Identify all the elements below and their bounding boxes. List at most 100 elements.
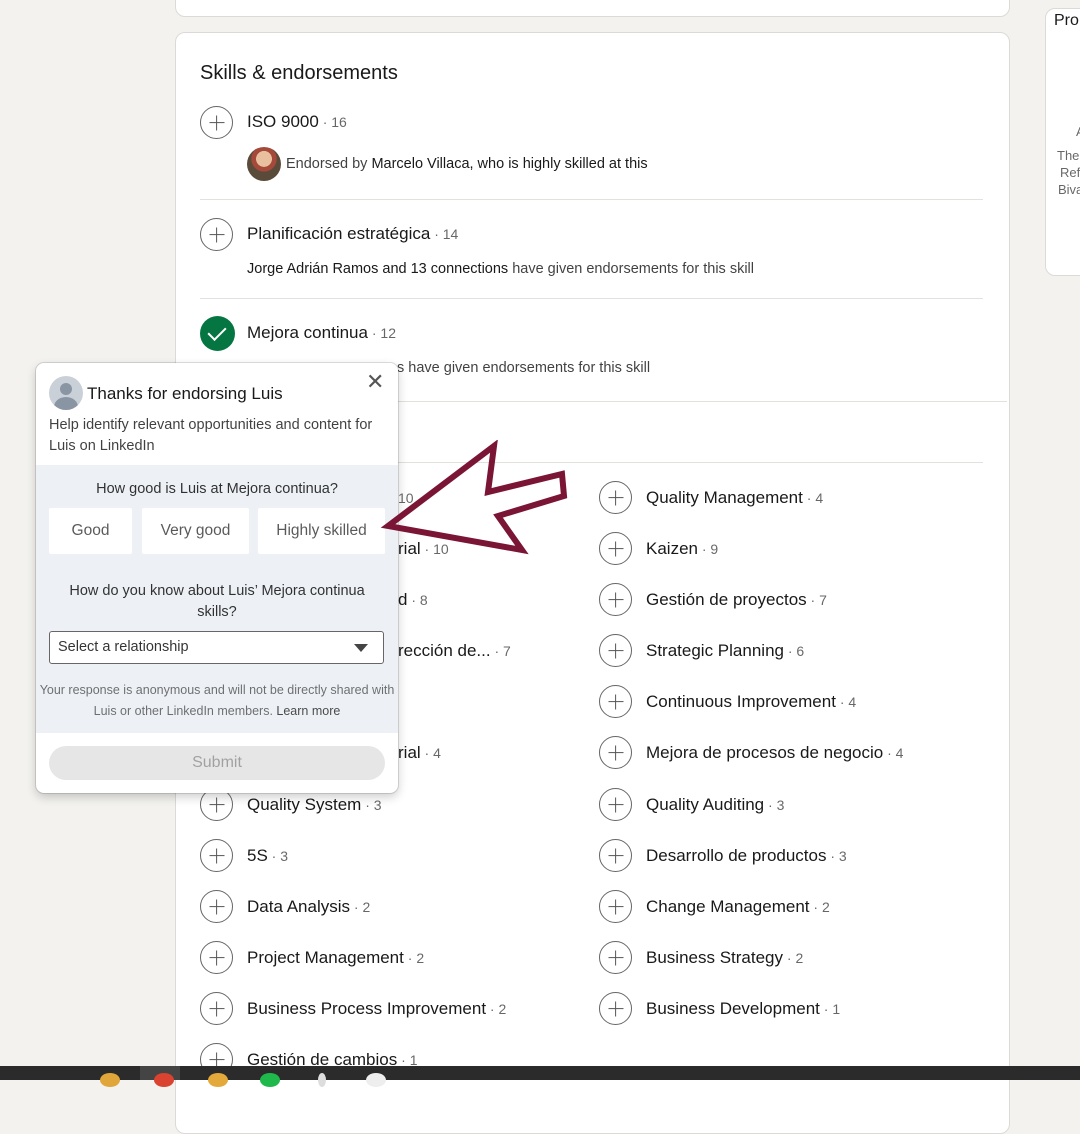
endorse-plus-icon[interactable]	[599, 788, 632, 821]
endorse-plus-icon[interactable]	[200, 218, 233, 251]
skill-item[interactable]: Desarrollo de productos · 3	[646, 846, 847, 866]
rating-highly-skilled-button[interactable]: Highly skilled	[258, 508, 385, 554]
endorsement-line: Jorge Adrián Ramos and 13 connections ha…	[247, 261, 754, 277]
endorse-plus-icon[interactable]	[599, 583, 632, 616]
file-explorer-icon[interactable]	[100, 1073, 120, 1087]
skill-name: Business Process Improvement	[247, 999, 487, 1018]
side-panel-line: The	[1057, 148, 1080, 163]
endorser-avatar[interactable]	[247, 147, 281, 181]
rating-good-button[interactable]: Good	[49, 508, 132, 554]
skill-name: Mejora continua	[247, 323, 368, 342]
skill-count: · 14	[430, 226, 459, 242]
rating-very-good-button[interactable]: Very good	[142, 508, 249, 554]
endorse-plus-icon[interactable]	[599, 481, 632, 514]
skill-count: · 2	[403, 950, 425, 966]
skill-item[interactable]: Quality System · 3	[247, 795, 382, 815]
skill-count: · 3	[267, 848, 289, 864]
skill-count: · 4	[420, 745, 441, 761]
skill-name: Continuous Improvement	[646, 692, 836, 711]
side-panel-card	[1045, 8, 1080, 276]
skill-count: · 7	[490, 643, 511, 659]
skills-section-title: Skills & endorsements	[200, 62, 398, 84]
annotation-arrow	[380, 440, 568, 555]
skill-item[interactable]: Change Management · 2	[646, 897, 830, 917]
skill-item[interactable]: Mejora de procesos de negocio · 4	[646, 743, 903, 763]
skill-name: rección de...	[398, 641, 491, 660]
side-panel-line: Biva	[1058, 182, 1080, 197]
skill-count: · 2	[486, 1001, 507, 1017]
skill-name: Kaizen	[646, 539, 698, 558]
endorse-plus-icon[interactable]	[200, 890, 233, 923]
skill-item[interactable]: Business Strategy · 2	[646, 948, 803, 968]
skill-item[interactable]: Quality Management · 4	[646, 488, 823, 508]
skill-count: · 4	[835, 694, 857, 710]
endorse-plus-icon[interactable]	[599, 532, 632, 565]
skill-item[interactable]: Data Analysis · 2	[247, 897, 370, 917]
browser-icon[interactable]	[154, 1073, 174, 1087]
skill-item-partial[interactable]: d · 8	[398, 590, 428, 610]
side-panel-line: Refe	[1060, 165, 1080, 180]
endorse-plus-icon[interactable]	[599, 736, 632, 769]
endorse-plus-icon[interactable]	[599, 634, 632, 667]
skill-item-partial[interactable]: rección de... · 7	[398, 641, 511, 661]
skill-count: · 1	[819, 1001, 841, 1017]
skill-count: · 3	[826, 848, 847, 864]
endorse-plus-icon[interactable]	[599, 890, 632, 923]
skill-count: · 2	[809, 899, 830, 915]
popup-title: Thanks for endorsing Luis	[87, 384, 283, 403]
skill-name: Data Analysis	[247, 897, 350, 916]
skill-name: Quality Management	[646, 488, 803, 507]
skill-item[interactable]: Mejora continua · 12	[247, 323, 396, 343]
skill-name: Strategic Planning	[646, 641, 784, 660]
learn-more-link[interactable]: Learn more	[276, 704, 340, 718]
app-icon[interactable]	[318, 1073, 326, 1087]
app-icon[interactable]	[366, 1073, 386, 1087]
endorsement-popup: Thanks for endorsing Luis ✕ Help identif…	[36, 363, 398, 793]
skill-count: · 2	[350, 899, 371, 915]
skill-item[interactable]: Business Development · 1	[646, 999, 840, 1019]
skill-count: · 4	[883, 745, 904, 761]
caret-down-icon[interactable]	[354, 644, 368, 652]
endorse-plus-icon[interactable]	[200, 106, 233, 139]
endorse-plus-icon[interactable]	[200, 992, 233, 1025]
skill-item[interactable]: Planificación estratégica · 14	[247, 224, 458, 244]
skill-item-partial[interactable]: rial · 4	[398, 743, 441, 763]
whatsapp-icon[interactable]	[260, 1073, 280, 1087]
skill-count: · 12	[367, 325, 396, 341]
skill-item[interactable]: ISO 9000 · 16	[247, 112, 347, 132]
skill-item[interactable]: 5S · 3	[247, 846, 288, 866]
skill-name: Business Development	[646, 999, 820, 1018]
endorse-plus-icon[interactable]	[599, 941, 632, 974]
submit-button[interactable]: Submit	[49, 746, 385, 780]
endorse-plus-icon[interactable]	[200, 941, 233, 974]
skill-name: Gestión de proyectos	[646, 590, 807, 609]
anonymity-note-text: Your response is anonymous and will not …	[39, 683, 395, 718]
skill-count: · 9	[697, 541, 719, 557]
endorsement-line: s have given endorsements for this skill	[397, 360, 651, 376]
close-icon[interactable]: ✕	[366, 369, 384, 395]
skill-item[interactable]: Business Process Improvement · 2	[247, 999, 506, 1019]
endorsed-check-icon[interactable]	[200, 316, 235, 351]
endorse-plus-icon[interactable]	[599, 839, 632, 872]
skill-name: ISO 9000	[247, 112, 319, 131]
skill-item[interactable]: Kaizen · 9	[646, 539, 718, 559]
app-icon[interactable]	[208, 1073, 228, 1087]
skill-item[interactable]: Project Management · 2	[247, 948, 424, 968]
endorsers-link[interactable]: Jorge Adrián Ramos and 13 connections	[247, 261, 508, 277]
divider	[200, 298, 983, 299]
skill-name: Planificación estratégica	[247, 224, 431, 243]
skill-count: · 16	[318, 114, 347, 130]
skill-item[interactable]: Gestión de proyectos · 7	[646, 590, 827, 610]
skill-name: Project Management	[247, 948, 404, 967]
relationship-select[interactable]: Select a relationship	[49, 631, 384, 664]
skill-item[interactable]: Continuous Improvement · 4	[646, 692, 856, 712]
endorser-name[interactable]: Marcelo Villaca, who is highly skilled a…	[371, 156, 647, 172]
relationship-question: How do you know about Luis’ Mejora conti…	[69, 583, 365, 620]
endorse-plus-icon[interactable]	[599, 685, 632, 718]
endorse-plus-icon[interactable]	[200, 839, 233, 872]
endorse-plus-icon[interactable]	[599, 992, 632, 1025]
skill-count: · 3	[361, 797, 382, 813]
skill-item[interactable]: Quality Auditing · 3	[646, 795, 784, 815]
skill-item[interactable]: Strategic Planning · 6	[646, 641, 804, 661]
endorsement-prefix: Endorsed by	[286, 156, 372, 172]
